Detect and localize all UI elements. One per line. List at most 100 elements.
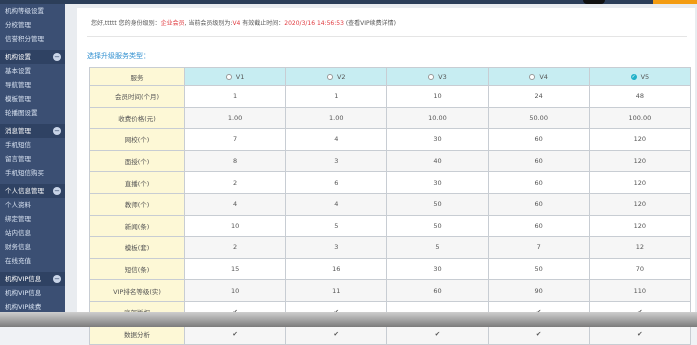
radio-icon[interactable] xyxy=(428,73,435,80)
table-cell: 50 xyxy=(487,257,590,281)
table-row: 直播(个) 2 6 30 60 120 xyxy=(89,171,692,194)
sidebar-item[interactable]: 信誉积分管理 xyxy=(0,32,65,46)
expire-time: 2020/3/16 14:56:53 xyxy=(284,20,344,27)
table-cell: 1 xyxy=(285,85,388,108)
service-name: VIP排名等级(实) xyxy=(89,279,185,302)
table-cell: 5 xyxy=(285,214,388,238)
table-cell: 10 xyxy=(386,85,489,108)
table-row: VIP排名等级(实) 10 11 60 90 110 xyxy=(89,279,692,302)
sidebar-item[interactable]: 导航管理 xyxy=(0,78,65,92)
tier-option-v1[interactable]: V1 xyxy=(183,67,287,86)
choose-service-label: 选择升级服务类型： xyxy=(87,52,150,60)
radio-icon[interactable] xyxy=(225,73,232,80)
member-level: 企业会员 xyxy=(160,20,185,27)
service-name: 新闻(条) xyxy=(89,214,185,238)
table-row: 模板(套) 2 3 5 7 12 xyxy=(89,236,692,259)
bottom-bar xyxy=(0,312,697,327)
table-row: 新闻(条) 10 5 50 60 120 xyxy=(89,214,692,238)
table-cell: 1.00 xyxy=(183,106,287,130)
sidebar-item[interactable]: 机构等级设置 xyxy=(0,4,65,18)
table-cell: 7 xyxy=(183,128,287,151)
table-row: 教师(个) 4 4 50 60 120 xyxy=(89,192,692,216)
table-cell: 6 xyxy=(285,171,388,194)
table-cell: 10.00 xyxy=(386,106,489,130)
table-cell: 60 xyxy=(386,279,489,302)
tier-option-v3[interactable]: V3 xyxy=(386,67,489,86)
sidebar-item[interactable]: 机构VIP信息 xyxy=(0,286,65,300)
service-name: 模板(套) xyxy=(89,236,185,259)
notice-mid: , 当前会员级别为: xyxy=(184,20,233,27)
radio-icon[interactable] xyxy=(326,73,333,80)
tier-option-v2[interactable]: V2 xyxy=(285,67,388,86)
table-cell: 40 xyxy=(386,149,489,173)
content-panel: 您好,ttttt 您的身份级别：企业会员, 当前会员级别为: V4 有效截止时间：… xyxy=(77,8,695,345)
sidebar-group-title: 机构设置 xyxy=(5,53,31,61)
table-cell: 50 xyxy=(386,214,489,238)
sidebar-item[interactable]: 站内信息 xyxy=(0,226,65,240)
sidebar-item[interactable]: 手机短信 xyxy=(0,138,65,152)
sidebar-item[interactable]: 手机短信购买 xyxy=(0,166,65,180)
table-cell: 8 xyxy=(183,149,287,173)
table-row: 短信(条) 15 16 30 50 70 xyxy=(89,257,692,281)
table-cell: 4 xyxy=(285,192,388,216)
table-cell: 24 xyxy=(487,85,590,108)
radio-icon[interactable]: ✓ xyxy=(630,73,637,80)
table-cell: 60 xyxy=(487,192,590,216)
sidebar-group-header[interactable]: 个人信息管理 − xyxy=(0,184,65,198)
header-service: 服务 xyxy=(89,67,185,86)
vip-renew-link[interactable]: (查看VIP续费详情) xyxy=(344,20,396,27)
table-cell: 1 xyxy=(183,85,287,108)
service-name: 短信(条) xyxy=(89,257,185,281)
table-cell: 3 xyxy=(285,236,388,259)
table-cell: 120 xyxy=(588,128,692,151)
collapse-icon[interactable]: − xyxy=(53,127,61,135)
table-cell: 50 xyxy=(386,192,489,216)
table-cell: 11 xyxy=(285,279,388,302)
main-content: 您好,ttttt 您的身份级别：企业会员, 当前会员级别为: V4 有效截止时间：… xyxy=(65,4,697,345)
sidebar-item[interactable]: 分校管理 xyxy=(0,18,65,32)
tier-option-v4[interactable]: V4 xyxy=(487,67,590,86)
service-name: 网校(个) xyxy=(89,128,185,151)
service-name: 面授(个) xyxy=(89,149,185,173)
sidebar-item[interactable]: 个人资料 xyxy=(0,198,65,212)
table-cell: 60 xyxy=(487,149,590,173)
table-cell: 30 xyxy=(386,171,489,194)
sidebar-group-header[interactable]: 机构设置 − xyxy=(0,50,65,64)
tier-option-v5[interactable]: ✓ V5 xyxy=(588,67,692,86)
table-cell: 10 xyxy=(183,279,287,302)
account-notice: 您好,ttttt 您的身份级别：企业会员, 当前会员级别为:V4 有效截止时间：… xyxy=(91,18,396,27)
tier-label: V3 xyxy=(438,72,447,81)
table-cell: 48 xyxy=(588,85,692,108)
table-cell: 90 xyxy=(487,279,590,302)
sidebar-item[interactable]: 留言管理 xyxy=(0,152,65,166)
collapse-icon[interactable]: − xyxy=(53,53,61,61)
service-name: 会员时间(个月) xyxy=(89,85,185,108)
sidebar-item[interactable]: 在线充值 xyxy=(0,254,65,268)
collapse-icon[interactable]: − xyxy=(53,187,61,195)
sidebar-item[interactable]: 模板管理 xyxy=(0,92,65,106)
vip-tier-table: 服务 V1 V2 V3 V4 ✓ V5 会员时间(个月) 1 1 10 24 48 收费价格(元) 1.0… xyxy=(89,67,692,345)
radio-icon[interactable] xyxy=(529,73,536,80)
sidebar-group-header[interactable]: 消息管理 − xyxy=(0,124,65,138)
table-cell: 70 xyxy=(588,257,692,281)
sidebar-item[interactable]: 绑定管理 xyxy=(0,212,65,226)
table-row: 网校(个) 7 4 30 60 120 xyxy=(89,128,692,151)
sidebar-item[interactable]: 基本设置 xyxy=(0,64,65,78)
table-cell: 30 xyxy=(386,257,489,281)
service-name: 直播(个) xyxy=(89,171,185,194)
table-cell: 120 xyxy=(588,149,692,173)
table-row: 面授(个) 8 3 40 60 120 xyxy=(89,149,692,173)
sidebar-group-header[interactable]: 机构VIP信息 − xyxy=(0,272,65,286)
sidebar-item[interactable]: 财务信息 xyxy=(0,240,65,254)
notice-prefix: 您好,ttttt 您的身份级别： xyxy=(91,20,161,27)
table-cell: 100.00 xyxy=(588,106,692,130)
sidebar-item[interactable]: 轮播图设置 xyxy=(0,106,65,120)
tier-label: V4 xyxy=(539,72,548,81)
sidebar: 机构等级设置 分校管理 信誉积分管理机构设置 − 基本设置 导航管理 模板管理 轮播图设置消息… xyxy=(0,4,65,327)
expire-label: 有效截止时间： xyxy=(240,20,285,27)
table-cell: 60 xyxy=(487,214,590,238)
collapse-icon[interactable]: − xyxy=(53,275,61,283)
table-cell: 7 xyxy=(487,236,590,259)
table-cell: 60 xyxy=(487,171,590,194)
table-cell: 2 xyxy=(183,236,287,259)
